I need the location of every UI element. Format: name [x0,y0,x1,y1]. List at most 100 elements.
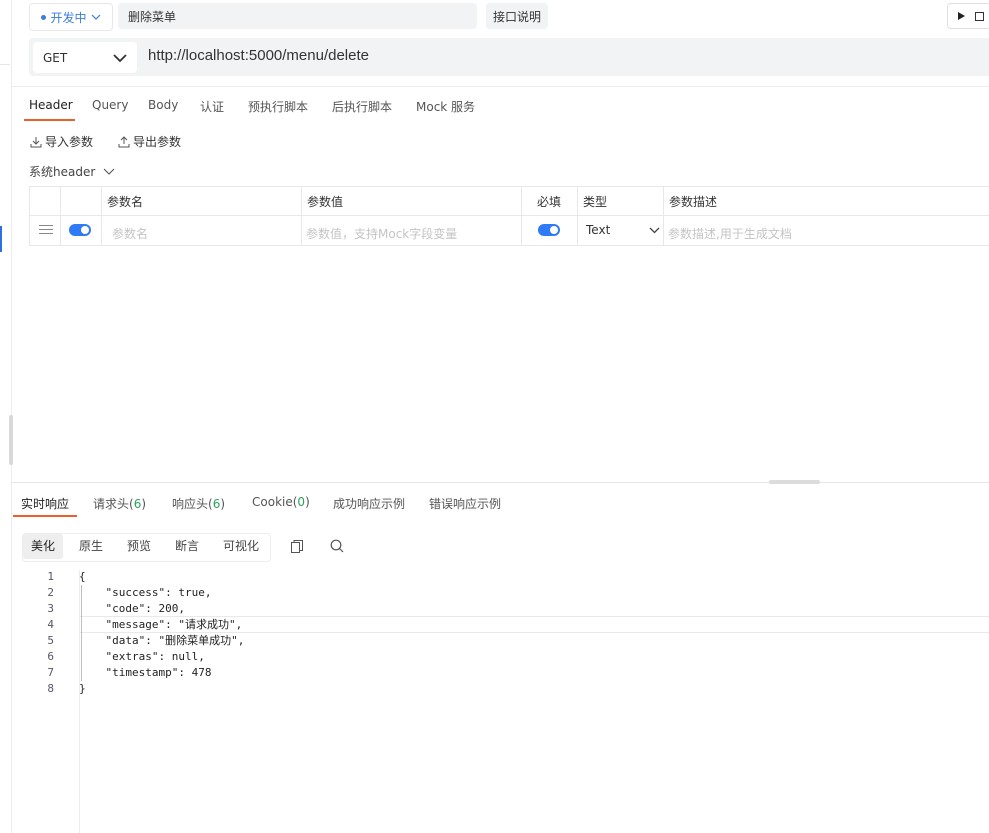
code-line[interactable]: 6 "extras": null, [0,649,989,665]
system-header-toggle[interactable]: 系统header [29,163,115,180]
export-params-button[interactable]: 导出参数 [118,133,181,150]
param-description-input[interactable]: 参数描述,用于生成文档 [668,225,792,242]
tab-pre-script[interactable]: 预执行脚本 [248,98,308,115]
format-visualize[interactable]: 可视化 [215,534,267,559]
search-icon[interactable] [330,539,344,553]
line-number: 4 [47,618,54,631]
tab-label: 实时响应 [21,497,70,511]
code-line[interactable]: 3 "code": 200, [0,601,989,617]
count-badge: 0 [297,495,306,509]
format-assert[interactable]: 断言 [167,534,207,559]
export-label: 导出参数 [133,135,182,149]
code-line[interactable]: 5 "data": "删除菜单成功", [0,633,989,649]
tab-header[interactable]: Header [29,98,73,112]
column-header-value: 参数值 [307,195,344,209]
count-badge: 6 [212,497,221,511]
method-select[interactable]: GET [33,42,137,73]
code-line[interactable]: 4 "message": "请求成功", [0,617,989,633]
run-button[interactable] [947,3,989,29]
tab-auth[interactable]: 认证 [200,98,224,115]
tab-body[interactable]: Body [148,98,178,112]
tab-error-example[interactable]: 错误响应示例 [429,495,501,512]
column-divider [60,187,61,245]
code-text: "code": 200, [79,602,185,615]
line-number: 5 [47,634,54,647]
chevron-down-icon [91,14,100,20]
code-text: "extras": null, [79,650,205,663]
drag-handle-icon[interactable] [39,225,53,234]
tab-label: Cookie [252,495,293,509]
column-header-name: 参数名 [107,195,144,209]
api-name-input[interactable]: 删除菜单 [118,3,477,29]
panel-splitter [11,482,989,483]
play-icon [958,12,965,20]
api-name-value: 删除菜单 [128,9,177,24]
type-value: Text [586,223,611,237]
url-input[interactable]: http://localhost:5000/menu/delete [148,47,369,64]
sidebar-active-indicator [0,226,2,252]
code-text: "timestamp": 478 [79,666,212,679]
tab-response-headers[interactable]: 响应头(6) [172,495,225,512]
format-preview[interactable]: 预览 [119,534,159,559]
divider [11,86,989,87]
tab-active-underline [13,515,77,517]
param-name-input[interactable]: 参数名 [112,225,148,242]
api-doc-button[interactable]: 接口说明 [486,3,548,29]
method-value: GET [43,50,68,65]
line-number: 6 [47,650,54,663]
tab-label: 成功响应示例 [333,497,406,511]
tab-query[interactable]: Query [92,98,128,112]
tab-label: 响应头 [172,497,209,511]
system-header-label: 系统header [29,165,96,179]
tab-cookie[interactable]: Cookie(0) [252,495,310,509]
column-divider [663,187,664,245]
required-toggle[interactable] [538,224,560,236]
copy-icon[interactable] [291,540,303,553]
code-line[interactable]: 1{ [0,569,989,585]
code-line[interactable]: 8} [0,681,989,697]
tab-post-script[interactable]: 后执行脚本 [332,98,392,115]
line-number: 1 [47,570,54,583]
params-table: 参数名 参数值 必填 类型 参数描述 参数名 参数值，支持Mock字段变量 Te… [29,186,989,246]
tab-mock[interactable]: Mock 服务 [416,98,475,115]
column-divider [301,187,302,245]
format-raw[interactable]: 原生 [71,534,111,559]
count-badge: 6 [133,497,142,511]
chevron-down-icon [103,168,115,175]
tab-request-headers[interactable]: 请求头(6) [93,495,146,512]
save-icon [975,11,984,21]
status-dot-icon [41,14,47,20]
column-header-type: 类型 [583,195,608,209]
sidebar-divider [0,64,10,65]
format-beautify[interactable]: 美化 [23,534,64,559]
tab-success-example[interactable]: 成功响应示例 [333,495,405,512]
column-divider [101,187,102,245]
status-dropdown[interactable]: 开发中 [29,3,113,31]
line-number: 3 [47,602,54,615]
tab-active-underline [24,119,75,121]
chevron-down-icon [113,53,127,62]
chevron-down-icon [649,227,660,233]
column-divider [521,187,522,245]
import-params-button[interactable]: 导入参数 [30,133,93,150]
code-line[interactable]: 2 "success": true, [0,585,989,601]
type-select[interactable]: Text [586,223,660,237]
param-value-input[interactable]: 参数值，支持Mock字段变量 [306,225,457,242]
code-text: "success": true, [79,586,212,599]
table-row-divider [30,215,989,216]
code-line[interactable]: 7 "timestamp": 478 [0,665,989,681]
tab-label: 错误响应示例 [429,497,502,511]
enable-toggle[interactable] [69,224,91,236]
panel-resize-handle[interactable] [769,480,820,484]
import-label: 导入参数 [45,135,94,149]
code-text: { [79,570,86,583]
tab-live-response[interactable]: 实时响应 [21,495,69,512]
column-header-description: 参数描述 [669,195,718,209]
code-text: "data": "删除菜单成功", [79,634,245,647]
sidebar-resize-handle[interactable] [9,415,13,465]
status-label: 开发中 [50,10,87,25]
code-text: "message": "请求成功", [79,618,243,631]
download-icon [30,136,42,147]
line-number: 8 [47,682,54,695]
upload-icon [118,135,130,147]
